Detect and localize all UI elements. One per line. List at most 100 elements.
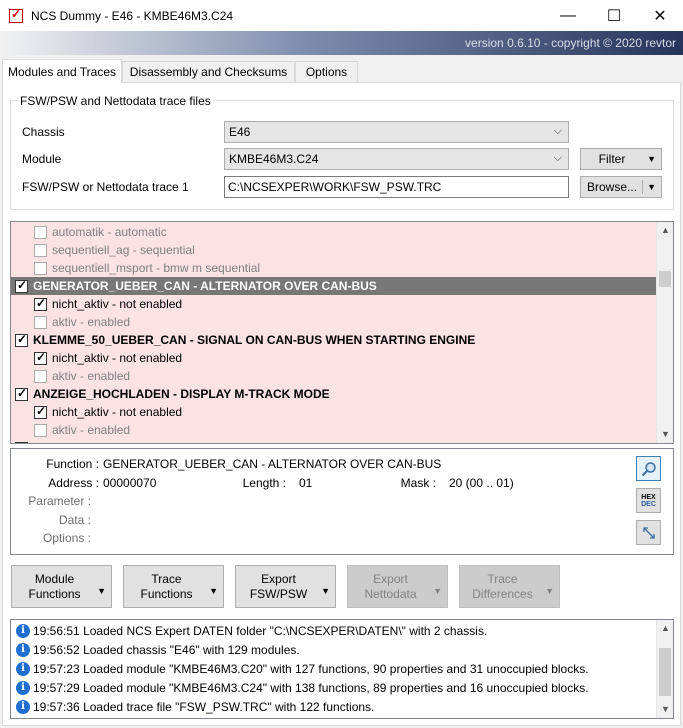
function-option-row[interactable]: nicht_aktiv - not enabled (11, 403, 656, 421)
log-time: 19:57:29 (33, 680, 80, 695)
module-select[interactable]: KMBE46M3.C24 ⌵ (224, 148, 569, 170)
function-list[interactable]: automatik - automatic sequentiell_ag - se… (10, 221, 674, 444)
maximize-button[interactable]: ☐ (591, 0, 637, 31)
trace-file-input[interactable]: C:\NCSEXPER\WORK\FSW_PSW.TRC (224, 176, 569, 198)
function-option-row[interactable]: sequentiell_msport - bmw m sequential (11, 259, 656, 277)
function-text: WEG_EINHEIT - DISTANCE UNIT (33, 441, 218, 443)
hex-dec-toggle[interactable]: HEX DEC (636, 488, 661, 513)
button-line2: Differences (472, 586, 533, 601)
scroll-up-icon[interactable]: ▲ (657, 620, 673, 637)
checkbox[interactable] (15, 332, 28, 347)
log-time: 19:56:51 (33, 623, 80, 638)
function-row[interactable]: ANZEIGE_HOCHLADEN - DISPLAY M-TRACK MODE (11, 385, 656, 403)
log-message: Loaded module "KMBE46M3.C24" with 138 fu… (83, 680, 589, 695)
checkbox[interactable] (34, 315, 47, 329)
function-list-scrollbar[interactable]: ▲ ▼ (656, 222, 673, 443)
function-text: aktiv - enabled (52, 369, 131, 383)
mask-label: Mask : (400, 476, 436, 490)
log-entry: i 19:56:52 Loaded chassis "E46" with 129 … (16, 640, 300, 659)
chassis-value: E46 (229, 125, 251, 139)
dropdown-arrow-icon: ▼ (209, 586, 218, 596)
module-functions-button[interactable]: Module Functions ▼ (11, 565, 112, 608)
function-text: aktiv - enabled (52, 315, 131, 329)
log-time: 19:56:52 (33, 642, 80, 657)
trace-differences-button[interactable]: Trace Differences ▼ (459, 565, 560, 608)
tab-modules-and-traces[interactable]: Modules and Traces (2, 59, 122, 83)
function-row[interactable]: KLEMME_50_UEBER_CAN - SIGNAL ON CAN-BUS … (11, 331, 656, 349)
checkbox[interactable] (15, 278, 28, 293)
checkbox[interactable] (34, 225, 47, 239)
browse-button[interactable]: Browse... ▼ (580, 176, 662, 198)
length-label: Length : (242, 476, 286, 490)
checkbox[interactable] (34, 350, 47, 365)
function-option-row[interactable]: sequentiell_ag - sequential (11, 241, 656, 259)
function-option-row[interactable]: nicht_aktiv - not enabled (11, 349, 656, 367)
minimize-button[interactable]: — (545, 0, 591, 31)
checkbox[interactable] (34, 404, 47, 419)
info-icon: i (16, 642, 30, 657)
version-banner: version 0.6.10 - copyright © 2020 revtor (0, 31, 683, 55)
data-label: Data : (58, 513, 91, 527)
button-line2: Nettodata (364, 586, 417, 601)
mask-value: 20 (00 .. 01) (449, 476, 514, 490)
log-message: Loaded module "KMBE46M3.C20" with 127 fu… (83, 661, 589, 676)
dropdown-arrow-icon: ▼ (647, 154, 656, 164)
address-label: Address : (48, 476, 99, 490)
function-option-row[interactable]: automatik - automatic (11, 223, 656, 241)
log-panel[interactable]: i 19:56:51 Loaded NCS Expert DATEN folder… (10, 619, 674, 719)
log-scrollbar[interactable]: ▲ ▼ (656, 620, 673, 718)
tab-options[interactable]: Options (295, 61, 358, 82)
button-line2: Functions (28, 586, 81, 601)
module-label: Module (22, 152, 62, 166)
scroll-up-icon[interactable]: ▲ (657, 222, 673, 239)
function-text: aktiv - enabled (52, 423, 131, 437)
tab-disassembly-and-checksums[interactable]: Disassembly and Checksums (122, 61, 295, 82)
info-icon: i (16, 680, 30, 695)
search-button[interactable] (636, 456, 661, 481)
scroll-down-icon[interactable]: ▼ (657, 701, 673, 718)
function-option-row[interactable]: aktiv - enabled (11, 367, 656, 385)
function-text: nicht_aktiv - not enabled (52, 297, 183, 311)
close-button[interactable]: ✕ (637, 0, 683, 31)
function-text: nicht_aktiv - not enabled (52, 405, 183, 419)
function-row[interactable]: GENERATOR_UEBER_CAN - ALTERNATOR OVER CA… (11, 277, 656, 295)
function-row[interactable]: WEG_EINHEIT - DISTANCE UNIT (11, 439, 656, 443)
parameter-label: Parameter : (28, 494, 91, 508)
chassis-label: Chassis (22, 125, 65, 139)
export-nettodata-button[interactable]: Export Nettodata ▼ (347, 565, 448, 608)
checkbox[interactable] (34, 369, 47, 383)
checkbox[interactable] (15, 440, 28, 443)
scroll-thumb[interactable] (659, 271, 671, 287)
dropdown-arrow-icon: ▼ (647, 182, 656, 192)
log-message: Loaded NCS Expert DATEN folder "C:\NCSEX… (83, 623, 488, 638)
button-line1: Module (34, 571, 75, 586)
checkbox[interactable] (34, 243, 47, 257)
options-label: Options : (42, 531, 91, 545)
button-line1: Export (373, 571, 408, 586)
function-option-row[interactable]: aktiv - enabled (11, 313, 656, 331)
checkbox[interactable] (34, 423, 47, 437)
expand-button[interactable] (636, 520, 661, 545)
checkbox[interactable] (34, 296, 47, 311)
log-time: 19:57:23 (33, 661, 80, 676)
browse-label: Browse... (586, 180, 637, 194)
function-value: GENERATOR_UEBER_CAN - ALTERNATOR OVER CA… (103, 457, 442, 471)
trace-functions-button[interactable]: Trace Functions ▼ (123, 565, 224, 608)
info-icon: i (16, 623, 30, 638)
filter-button[interactable]: Filter ▼ (580, 148, 662, 170)
app-icon (9, 7, 23, 23)
export-fsw-psw-button[interactable]: Export FSW/PSW ▼ (235, 565, 336, 608)
chassis-select[interactable]: E46 ⌵ (224, 121, 569, 143)
checkbox[interactable] (34, 261, 47, 275)
info-icon: i (16, 699, 30, 714)
info-icon: i (16, 661, 30, 676)
function-option-row[interactable]: aktiv - enabled (11, 421, 656, 439)
scroll-down-icon[interactable]: ▼ (657, 426, 673, 443)
function-text: sequentiell_ag - sequential (52, 243, 195, 257)
checkbox[interactable] (15, 386, 28, 401)
log-message: Loaded trace file "FSW_PSW.TRC" with 122… (83, 699, 375, 714)
log-entry: i 19:56:51 Loaded NCS Expert DATEN folder… (16, 621, 487, 640)
scroll-thumb[interactable] (659, 648, 671, 696)
function-text: KLEMME_50_UEBER_CAN - SIGNAL ON CAN-BUS … (33, 333, 476, 347)
function-option-row[interactable]: nicht_aktiv - not enabled (11, 295, 656, 313)
